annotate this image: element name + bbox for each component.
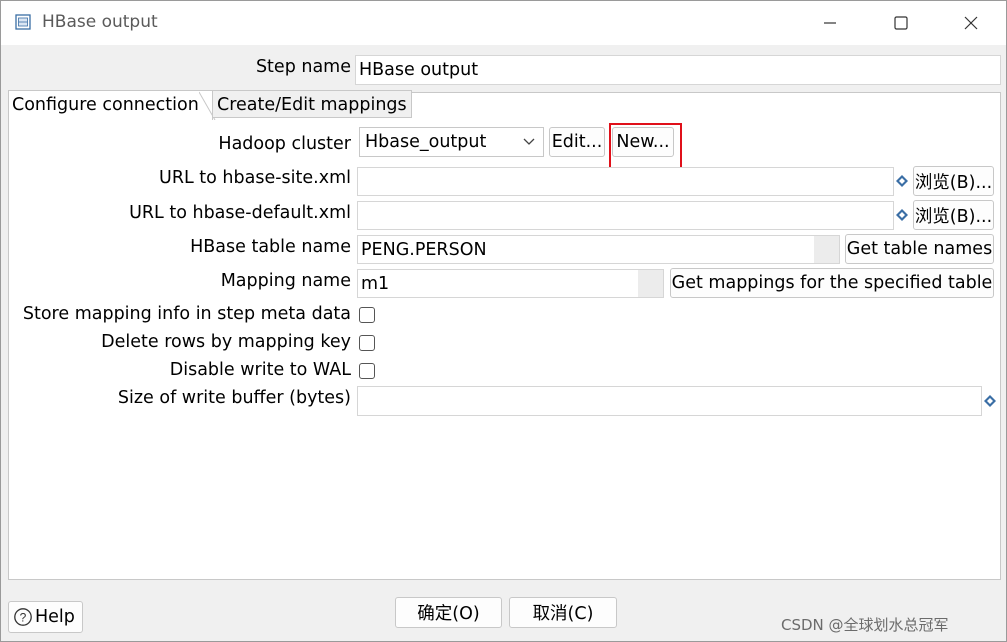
ok-button[interactable]: 确定(O) — [395, 597, 502, 628]
edit-cluster-button[interactable]: Edit... — [549, 127, 605, 157]
title-bar: HBase output — [1, 1, 1006, 45]
store-mapping-checkbox[interactable] — [359, 307, 375, 323]
disable-wal-checkbox[interactable] — [359, 363, 375, 379]
delete-rows-checkbox[interactable] — [359, 335, 375, 351]
mapping-name-scroll — [638, 270, 663, 297]
store-mapping-label: Store mapping info in step meta data — [22, 304, 351, 324]
hadoop-cluster-label: Hadoop cluster — [218, 134, 351, 154]
dialog-content: Step name HBase output Configure connect… — [1, 45, 1006, 641]
variable-icon — [896, 175, 908, 187]
site-xml-label: URL to hbase-site.xml — [159, 168, 351, 188]
delete-rows-label: Delete rows by mapping key — [101, 332, 351, 352]
hadoop-cluster-selected: Hbase_output — [365, 132, 487, 152]
minimize-icon — [824, 22, 836, 24]
variable-icon — [984, 395, 996, 407]
chevron-down-icon — [523, 138, 535, 145]
minimize-button[interactable] — [807, 5, 853, 41]
get-mappings-button[interactable]: Get mappings for the specified table — [670, 268, 994, 298]
help-label: Help — [35, 607, 75, 627]
table-name-scroll — [814, 236, 839, 263]
cancel-button[interactable]: 取消(C) — [509, 597, 617, 628]
write-buffer-input[interactable] — [357, 386, 982, 416]
help-icon: ? — [14, 608, 32, 626]
get-table-names-button[interactable]: Get table names — [845, 234, 994, 264]
close-button[interactable] — [948, 5, 994, 41]
help-button[interactable]: ? Help — [8, 601, 83, 633]
watermark: CSDN @全球划水总冠军 — [781, 616, 949, 634]
default-xml-label: URL to hbase-default.xml — [129, 203, 351, 223]
tab-configure-connection[interactable]: Configure connection — [8, 90, 213, 120]
hbase-step-icon — [15, 14, 31, 30]
table-name-label: HBase table name — [190, 237, 351, 257]
svg-text:?: ? — [20, 611, 27, 625]
write-buffer-label: Size of write buffer (bytes) — [117, 388, 351, 408]
tab-create-edit-mappings[interactable]: Create/Edit mappings — [213, 90, 412, 118]
disable-wal-label: Disable write to WAL — [169, 360, 351, 380]
maximize-button[interactable] — [878, 5, 924, 41]
mapping-name-input[interactable]: m1 — [357, 269, 664, 298]
browse-site-xml-button[interactable]: 浏览(B)... — [913, 166, 994, 196]
variable-icon — [896, 209, 908, 221]
hbase-output-dialog: HBase output Step name HBase output Conf… — [0, 0, 1007, 642]
mapping-name-label: Mapping name — [220, 271, 351, 291]
window-title: HBase output — [42, 12, 158, 32]
site-xml-input[interactable] — [357, 167, 894, 196]
table-name-input[interactable]: PENG.PERSON — [357, 235, 840, 264]
close-icon — [964, 16, 978, 30]
browse-default-xml-button[interactable]: 浏览(B)... — [913, 200, 994, 230]
maximize-icon — [894, 16, 908, 30]
step-name-input[interactable]: HBase output — [355, 55, 1001, 85]
step-name-label: Step name — [255, 57, 351, 77]
hadoop-cluster-select[interactable]: Hbase_output — [359, 127, 544, 157]
highlight-box — [609, 123, 682, 169]
default-xml-input[interactable] — [357, 201, 894, 230]
